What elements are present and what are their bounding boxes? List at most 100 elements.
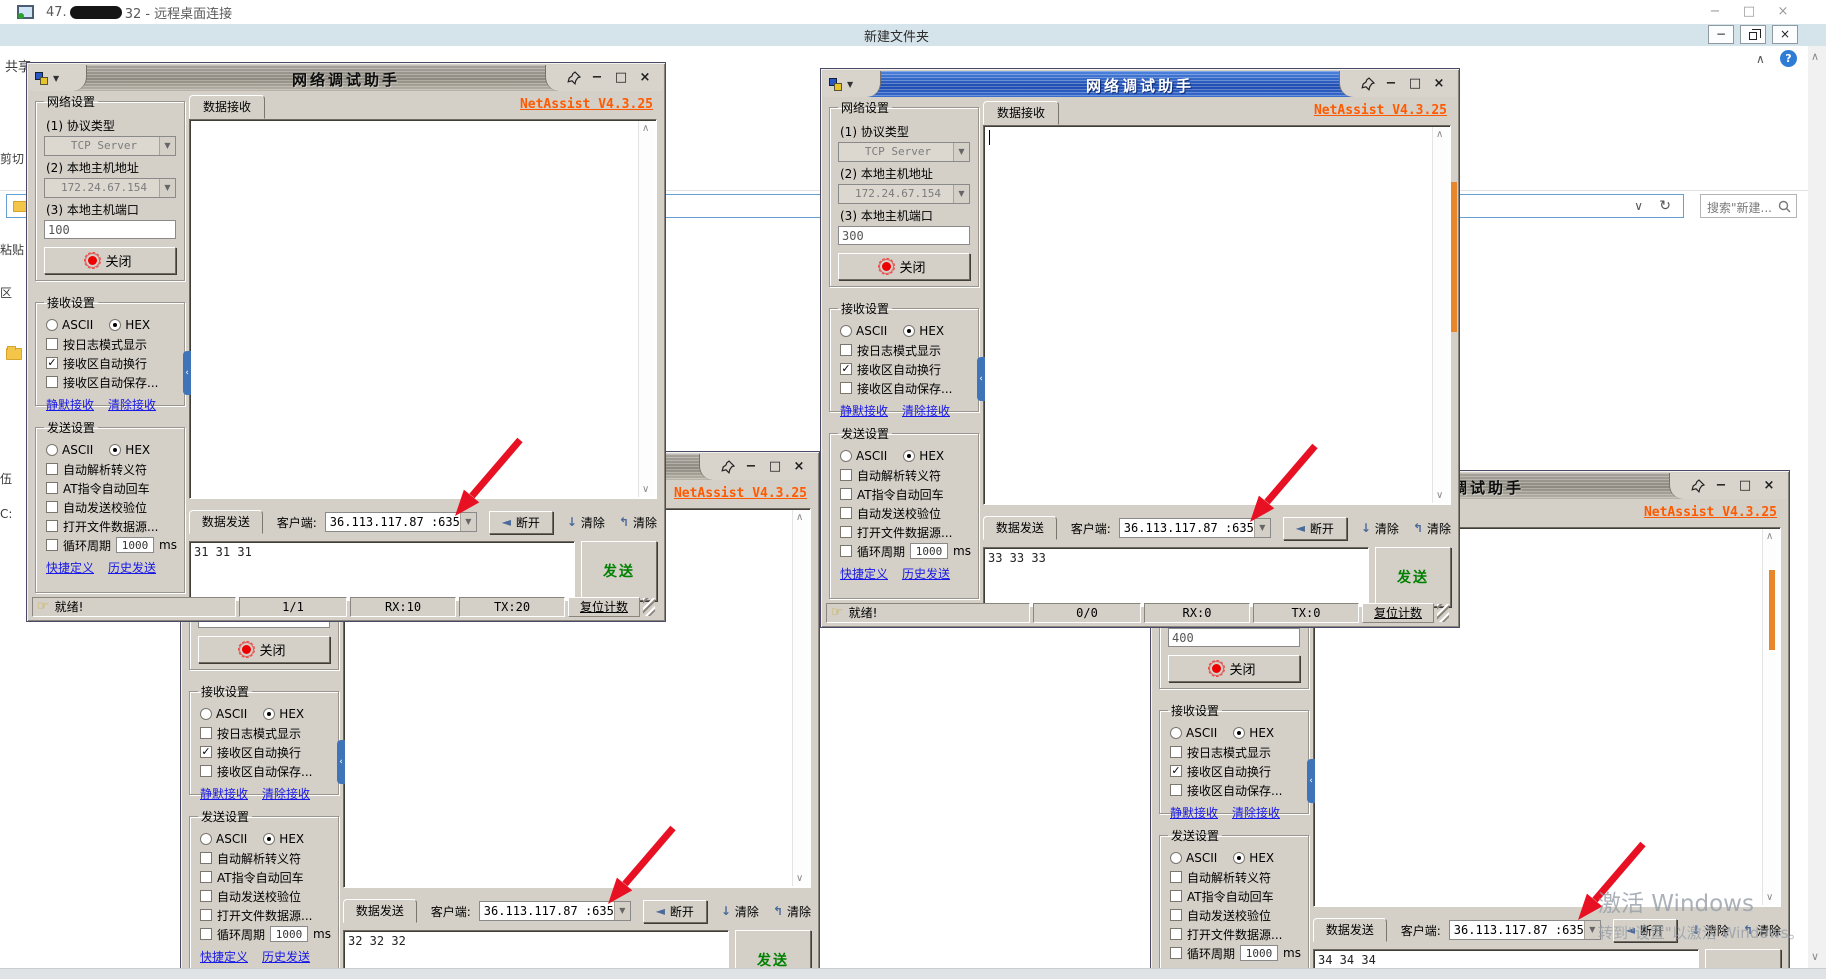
auto-checksum-checkbox[interactable]: 自动发送校验位	[1170, 906, 1304, 924]
quick-define-link[interactable]: 快捷定义	[840, 565, 888, 582]
receive-ascii-radio[interactable]: ASCII	[46, 318, 93, 332]
cycle-period-input[interactable]	[270, 926, 308, 942]
pin-button[interactable]	[1359, 75, 1377, 93]
resize-grip[interactable]	[643, 598, 655, 616]
system-menu-button[interactable]: ▼	[29, 65, 87, 91]
protocol-type-select[interactable]: TCP Server ▼	[838, 142, 970, 162]
scroll-up-icon[interactable]: ∧	[1436, 129, 1443, 140]
parse-escape-checkbox[interactable]: 自动解析转义符	[840, 466, 974, 484]
auto-newline-checkbox[interactable]: ✓接收区自动换行	[46, 354, 180, 372]
chevron-down-icon[interactable]: ▼	[953, 143, 969, 161]
close-icon[interactable]: ×	[789, 458, 809, 476]
panel-collapse-handle[interactable]: ‹	[337, 740, 345, 784]
receive-hex-radio[interactable]: HEX	[109, 318, 150, 332]
quick-define-link[interactable]: 快捷定义	[200, 948, 248, 965]
client-select[interactable]: 36.113.117.87 :63563 ▼	[1449, 920, 1601, 940]
tab-data-send[interactable]: 数据发送	[343, 899, 417, 923]
panel-collapse-handle[interactable]: ‹	[1307, 759, 1315, 803]
tab-data-receive[interactable]: 数据接收	[189, 95, 265, 119]
log-mode-checkbox[interactable]: 按日志模式显示	[46, 335, 180, 353]
maximize-icon[interactable]: □	[1405, 75, 1425, 93]
auto-save-checkbox[interactable]: 接收区自动保存...	[46, 373, 180, 391]
cycle-checkbox[interactable]: 循环周期 ms	[1170, 944, 1304, 962]
resize-grip[interactable]	[1437, 604, 1449, 622]
minimize-icon[interactable]: −	[741, 458, 761, 476]
send-button[interactable]: 发送	[1375, 547, 1451, 607]
send-ascii-radio[interactable]: ASCII	[840, 449, 887, 463]
address-dropdown-icon[interactable]: ∨	[1634, 199, 1643, 213]
help-icon[interactable]: ?	[1780, 50, 1797, 67]
pin-button[interactable]	[719, 458, 737, 476]
netassist-titlebar[interactable]: 网络调试助手 ▼ − □ ×	[29, 65, 663, 91]
file-source-checkbox[interactable]: 打开文件数据源...	[840, 523, 974, 541]
panel-collapse-handle[interactable]: ‹	[977, 357, 985, 401]
minimize-icon[interactable]: −	[1381, 75, 1401, 93]
file-source-checkbox[interactable]: 打开文件数据源...	[1170, 925, 1304, 943]
close-connection-button[interactable]: 关闭	[44, 247, 176, 274]
send-ascii-radio[interactable]: ASCII	[200, 832, 247, 846]
clear-send-button[interactable]: ↓ 清除	[1361, 520, 1399, 537]
send-input-area[interactable]: 31 31 31	[189, 541, 575, 601]
search-input[interactable]: 搜索"新建...	[1700, 194, 1797, 218]
maximize-icon[interactable]: □	[611, 69, 631, 87]
receive-ascii-radio[interactable]: ASCII	[1170, 726, 1217, 740]
host-port-input[interactable]	[838, 226, 970, 245]
auto-newline-checkbox[interactable]: ✓接收区自动换行	[840, 360, 974, 378]
chevron-down-icon[interactable]: ▼	[614, 902, 630, 920]
pin-button[interactable]	[1689, 477, 1707, 495]
send-button[interactable]: 发送	[581, 541, 657, 601]
host-port-input[interactable]	[44, 220, 176, 239]
rdp-minimize-icon[interactable]: −	[1698, 0, 1732, 24]
cycle-period-input[interactable]	[116, 537, 154, 553]
host-port-input[interactable]	[1168, 628, 1300, 647]
chevron-down-icon[interactable]: ▼	[953, 185, 969, 203]
auto-save-checkbox[interactable]: 接收区自动保存...	[840, 379, 974, 397]
auto-checksum-checkbox[interactable]: 自动发送校验位	[46, 498, 180, 516]
scroll-down-icon[interactable]: ∨	[642, 484, 649, 495]
explorer-minimize-icon[interactable]: −	[1708, 25, 1734, 44]
send-input-area[interactable]: 33 33 33	[983, 547, 1369, 607]
scroll-down-icon[interactable]: ∨	[1766, 892, 1773, 903]
clear-receive-link[interactable]: 清除接收	[902, 402, 950, 419]
cycle-checkbox[interactable]: 循环周期 ms	[200, 925, 334, 943]
tab-data-receive[interactable]: 数据接收	[983, 101, 1059, 125]
parse-escape-checkbox[interactable]: 自动解析转义符	[1170, 868, 1304, 886]
disconnect-button[interactable]: ◄ 断开	[1613, 919, 1677, 942]
maximize-icon[interactable]: □	[765, 458, 785, 476]
clear-receive-button[interactable]: ↰ 清除	[619, 514, 657, 531]
clear-receive-button[interactable]: ↰ 清除	[773, 903, 811, 920]
clear-receive-button[interactable]: ↰ 清除	[1743, 922, 1781, 939]
send-hex-radio[interactable]: HEX	[903, 449, 944, 463]
cycle-period-input[interactable]	[910, 543, 948, 559]
receive-scrollbar[interactable]: ∧ ∨	[792, 510, 809, 886]
disconnect-button[interactable]: ◄ 断开	[643, 900, 707, 923]
send-hex-radio[interactable]: HEX	[109, 443, 150, 457]
parse-escape-checkbox[interactable]: 自动解析转义符	[200, 849, 334, 867]
auto-checksum-checkbox[interactable]: 自动发送校验位	[840, 504, 974, 522]
clear-receive-link[interactable]: 清除接收	[262, 785, 310, 802]
netassist-version-link[interactable]: NetAssist V4.3.25	[1314, 103, 1447, 118]
explorer-close-icon[interactable]: ×	[1772, 25, 1798, 44]
silent-receive-link[interactable]: 静默接收	[200, 785, 248, 802]
minimize-icon[interactable]: −	[1711, 477, 1731, 495]
scroll-down-icon[interactable]: ∨	[1811, 950, 1819, 963]
cycle-checkbox[interactable]: 循环周期 ms	[840, 542, 974, 560]
log-mode-checkbox[interactable]: 按日志模式显示	[840, 341, 974, 359]
chevron-down-icon[interactable]: ▼	[1584, 921, 1600, 939]
clear-send-button[interactable]: ↓ 清除	[1691, 922, 1729, 939]
client-select[interactable]: 36.113.117.87 :63565 ▼	[325, 512, 477, 532]
receive-scrollbar[interactable]: ∧ ∨	[638, 121, 655, 497]
receive-ascii-radio[interactable]: ASCII	[840, 324, 887, 338]
receive-ascii-radio[interactable]: ASCII	[200, 707, 247, 721]
chevron-down-icon[interactable]: ▼	[1254, 519, 1270, 537]
panel-collapse-handle[interactable]: ‹	[183, 351, 191, 395]
ribbon-cut-label[interactable]: 剪切	[0, 150, 24, 167]
silent-receive-link[interactable]: 静默接收	[1170, 804, 1218, 821]
minimize-icon[interactable]: −	[587, 69, 607, 87]
receive-hex-radio[interactable]: HEX	[263, 707, 304, 721]
folder-icon[interactable]	[6, 348, 22, 360]
file-source-checkbox[interactable]: 打开文件数据源...	[46, 517, 180, 535]
chevron-down-icon[interactable]: ▼	[159, 137, 175, 155]
close-connection-button[interactable]: 关闭	[838, 253, 970, 280]
auto-save-checkbox[interactable]: 接收区自动保存...	[1170, 781, 1304, 799]
